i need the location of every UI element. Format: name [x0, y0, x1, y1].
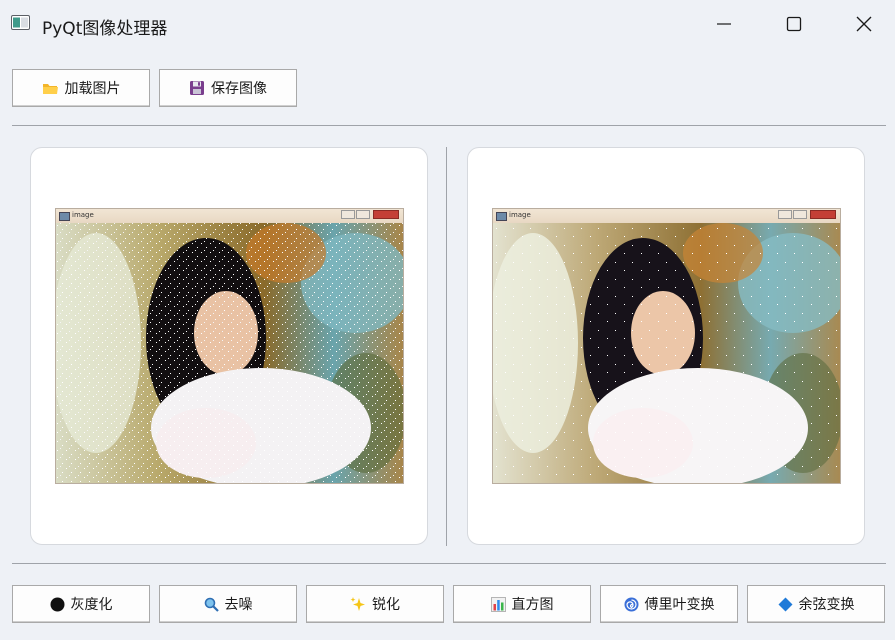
- sparkles-icon: [350, 597, 365, 611]
- panel-divider: [446, 147, 447, 546]
- load-image-button[interactable]: 加载图片: [12, 69, 150, 107]
- magnifier-icon: [204, 597, 219, 612]
- histogram-label: 直方图: [511, 597, 554, 613]
- maximize-button[interactable]: [759, 0, 829, 48]
- window-title: PyQt图像处理器: [42, 19, 168, 39]
- cyclone-icon: [624, 597, 638, 611]
- fourier-transform-button[interactable]: 傅里叶变换: [600, 585, 738, 623]
- processed-image-window: image: [492, 208, 841, 484]
- title-bar: PyQt图像处理器: [0, 0, 895, 48]
- top-toolbar: 加载图片 保存图像: [12, 69, 297, 107]
- image-window-maximize-icon: [356, 210, 370, 219]
- image-window-icon: [496, 212, 507, 221]
- sharpen-label: 锐化: [372, 597, 400, 613]
- load-image-label: 加载图片: [64, 81, 121, 97]
- image-window-minimize-icon: [778, 210, 792, 219]
- image-window-close-icon: [810, 210, 836, 219]
- image-window-maximize-icon: [793, 210, 807, 219]
- cosine-transform-label: 余弦变换: [798, 597, 855, 613]
- minimize-icon: [717, 23, 731, 25]
- histogram-button[interactable]: 直方图: [453, 585, 591, 623]
- black-circle-icon: [50, 597, 64, 611]
- processed-photo: [493, 223, 840, 483]
- image-window-titlebar: image: [56, 209, 403, 223]
- original-photo: [56, 223, 403, 483]
- grayscale-button[interactable]: 灰度化: [12, 585, 150, 623]
- blue-diamond-icon: [778, 597, 792, 611]
- save-image-button[interactable]: 保存图像: [159, 69, 297, 107]
- denoise-label: 去噪: [224, 597, 253, 613]
- image-window-label: image: [72, 211, 94, 219]
- app-window-icon: [11, 15, 30, 30]
- folder-icon: [42, 84, 58, 94]
- close-button[interactable]: [829, 0, 895, 48]
- image-window-close-icon: [373, 210, 399, 219]
- floppy-disk-icon: [190, 81, 204, 95]
- original-image-panel: image: [30, 147, 428, 545]
- processed-image-panel: image: [467, 147, 865, 545]
- close-icon: [856, 16, 872, 32]
- fourier-transform-label: 傅里叶变换: [644, 597, 715, 613]
- grayscale-label: 灰度化: [70, 597, 113, 613]
- sharpen-button[interactable]: 锐化: [306, 585, 444, 623]
- top-separator: [12, 125, 886, 126]
- denoise-button[interactable]: 去噪: [159, 585, 297, 623]
- bottom-separator: [12, 563, 886, 564]
- original-image-window: image: [55, 208, 404, 484]
- bar-chart-icon: [490, 596, 506, 612]
- bottom-toolbar: 灰度化 去噪 锐化 直方图 傅里叶变换 余弦变换: [12, 585, 885, 623]
- image-window-titlebar: image: [493, 209, 840, 223]
- maximize-icon: [786, 16, 802, 32]
- cosine-transform-button[interactable]: 余弦变换: [747, 585, 885, 623]
- minimize-button[interactable]: [689, 0, 759, 48]
- image-window-label: image: [509, 211, 531, 219]
- image-window-icon: [59, 212, 70, 221]
- image-window-minimize-icon: [341, 210, 355, 219]
- save-image-label: 保存图像: [211, 81, 267, 97]
